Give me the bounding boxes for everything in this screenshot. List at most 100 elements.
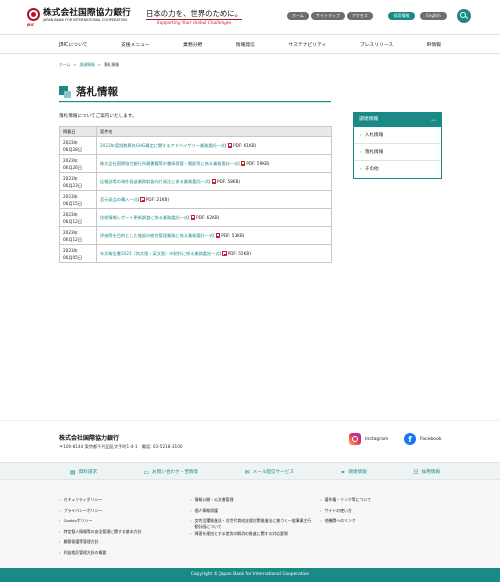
footer-list-item[interactable]: › セキュリティポリシー xyxy=(59,495,184,506)
footer-col-disclosure: › 情報公開・公文書管理 › 個人情報保護 › 女性活躍推進法・次世代育成支援対策推進法に… xyxy=(190,495,313,539)
row-title-link[interactable]: 技術情報レポート更新調査に係る業務委託一式 xyxy=(100,215,188,220)
footer-list-item[interactable]: › 特定個人情報等の安全管理に関する基本方針 xyxy=(59,527,184,538)
breadcrumb-separator: > xyxy=(97,62,101,67)
table-row: 2023年 06月23日 広報誌等の海外発送業務取扱向け発注に係る業務委託一式(PD… xyxy=(59,172,332,191)
side-item-awards[interactable]: › 落札情報 xyxy=(354,144,441,161)
footer-list-item[interactable]: › 利益相反管理方針の概要 xyxy=(59,548,184,559)
row-date-day: 06月28日 xyxy=(63,146,83,152)
footer-item-label: 利益相反管理方針の概要 xyxy=(63,549,107,555)
footer-link-recruit[interactable]: ☷ 採用情報 xyxy=(413,469,440,476)
footer-link-mail[interactable]: ✉ メール配信サービス xyxy=(245,469,294,476)
instagram-link[interactable]: Instagram xyxy=(349,433,388,445)
footer-list-item[interactable]: › プライバシーポリシー xyxy=(59,506,184,517)
pdf-icon xyxy=(190,215,196,220)
facebook-icon: f xyxy=(404,433,416,445)
sitemap-link[interactable]: サイトマップ xyxy=(310,12,345,20)
access-link[interactable]: アクセス xyxy=(346,12,373,20)
row-file-info: PDF: 62KB xyxy=(196,215,218,220)
row-title-link[interactable]: 広報誌等の海外発送業務取扱向け発注に係る業務委託一式 xyxy=(100,179,209,184)
footer-list-item[interactable]: › 顧客保護等管理方針 xyxy=(59,537,184,548)
gnav-item-info[interactable]: 情報発信 xyxy=(232,41,259,48)
footer-list-item[interactable]: › Cookieポリシー xyxy=(59,516,184,527)
open-paren: ( xyxy=(208,179,211,184)
book-icon: ▤ xyxy=(70,468,76,476)
table-row: 2023年 06月26日 株式会社国際協力銀行所蔵書籍等の書庫保管・搬配等に係る業務… xyxy=(59,154,332,173)
open-paren: ( xyxy=(225,143,227,148)
breadcrumb-parent[interactable]: 調達情報 xyxy=(79,62,94,68)
logo-name: 株式会社国際協力銀行 xyxy=(43,8,131,18)
row-date-day: 06月23日 xyxy=(63,182,83,188)
footer-list-item[interactable]: › 著作権・リンク等について xyxy=(320,495,440,506)
row-date: 2023年 06月26日 xyxy=(59,154,97,173)
handshake-icon: ⚭ xyxy=(340,468,346,476)
jbic-logo-mark-icon xyxy=(27,8,40,21)
footer-list-item[interactable]: › 個人情報保護 xyxy=(190,506,313,517)
facebook-link[interactable]: f Facebook xyxy=(404,433,442,445)
home-link[interactable]: ホーム xyxy=(287,12,309,20)
pdf-icon xyxy=(211,179,217,184)
footer-list-item[interactable]: › サイトの使い方 xyxy=(320,506,440,517)
english-button[interactable]: English xyxy=(420,12,447,20)
footer-link-procurement[interactable]: ⚭ 調達情報 xyxy=(340,469,366,476)
title-square-icon xyxy=(59,85,71,98)
mail-icon: ✉ xyxy=(244,468,250,476)
gnav-item-about[interactable]: JBICについて xyxy=(55,41,92,48)
footer-list-item[interactable]: › 他機関へのリンク xyxy=(320,516,440,527)
row-title-link[interactable]: 年次報告書2023（和文版・英文版）の制作に係る業務委託一式 xyxy=(100,251,220,256)
gnav-label: 支援メニュー xyxy=(120,42,150,48)
search-button[interactable] xyxy=(457,9,471,23)
close-paren: ) xyxy=(242,233,245,238)
row-title-link[interactable]: 株式会社国際協力銀行所蔵書籍等の書庫保管・搬配等に係る業務委託一式 xyxy=(100,161,238,166)
side-menu-header[interactable]: 調達情報 ︿ xyxy=(354,113,441,127)
footer-link-bar: ▤ 資料請求 ▭ お問い合わせ・苦情等 ✉ メール配信サービス ⚭ 調達情報 ☷ 採用情報 xyxy=(0,462,500,480)
chevron-right-icon: › xyxy=(59,539,61,544)
gnav-item-ir[interactable]: IR情報 xyxy=(423,41,445,48)
footer-item-label: Cookieポリシー xyxy=(63,518,93,523)
footer-item-label: プライバシーポリシー xyxy=(63,507,103,513)
row-date: 2023年 06月05日 xyxy=(59,244,97,263)
footer-item-label: 障害を理由とする差別の解消の推進に関する対応要領 xyxy=(194,531,288,536)
row-title-link[interactable]: 評価等を目的とした施設の総合管理業務に係る業務委託一式 xyxy=(100,233,213,238)
gnav-label: プレスリリース xyxy=(359,42,394,48)
footer-list-item[interactable]: › 障害を理由とする差別の解消の推進に関する対応要領 xyxy=(190,531,313,537)
site-logo[interactable]: 株式会社国際協力銀行 JAPAN BANK FOR INTERNATIONAL … xyxy=(27,8,131,27)
row-file-info: PDF: 58KB xyxy=(217,179,239,184)
footer-item-label: セキュリティポリシー xyxy=(63,497,103,502)
row-date-day: 06月26日 xyxy=(63,164,83,170)
chevron-right-icon: › xyxy=(59,528,61,534)
column-header-date: 掲載日 xyxy=(59,126,97,137)
gnav-item-fields[interactable]: 業務分野 xyxy=(179,41,206,48)
gnav-item-sustainability[interactable]: サステナビリティ xyxy=(284,41,330,48)
table-header-row: 掲載日 案件名 xyxy=(59,126,332,137)
footer-list-item[interactable]: › 情報公開・公文書管理 xyxy=(190,495,313,506)
footer-address: 〒100-8144 東京都千代田区大手町1-4-1 電話: 03-5218-31… xyxy=(59,444,183,449)
footer-list-item[interactable]: › 女性活躍推進法・次世代育成支援対策推進法に基づく一般事業主行動計画について xyxy=(190,518,313,529)
row-file-info: PDF: 53KB xyxy=(221,233,243,238)
pdf-icon xyxy=(222,251,227,256)
chevron-right-icon: › xyxy=(320,518,322,523)
footer-link-brochure[interactable]: ▤ 資料請求 xyxy=(70,469,97,476)
side-item-bids[interactable]: › 入札情報 xyxy=(354,127,441,144)
gnav-label: サステナビリティ xyxy=(288,42,327,48)
slogan-jp: 日本の力を、世界のために。 xyxy=(146,9,243,18)
row-date-year: 2023年 xyxy=(63,229,78,235)
footer-org-name: 株式会社国際協力銀行 xyxy=(59,435,120,442)
gnav-item-press[interactable]: プレスリリース xyxy=(356,41,397,48)
utility-links: ホーム サイトマップ アクセス xyxy=(287,12,373,20)
row-file-info: PDF: 55KB xyxy=(227,251,250,256)
gnav-label: IR情報 xyxy=(426,42,441,48)
gnav-label: 業務分野 xyxy=(183,42,203,48)
side-menu-title: 調達情報 xyxy=(359,117,379,122)
copyright: Copyright © Japan Bank for International… xyxy=(0,568,500,582)
row-title-link[interactable]: 2023年度指数異先GHG算定に関するアドバイザリー業務委託一式 xyxy=(100,143,225,148)
gnav-item-support[interactable]: 支援メニュー xyxy=(117,41,154,48)
chevron-right-icon: › xyxy=(190,507,192,513)
breadcrumb-home[interactable]: ホーム xyxy=(59,62,70,68)
row-date-year: 2023年 xyxy=(63,193,78,199)
footer-link-label: お問い合わせ・苦情等 xyxy=(152,470,199,475)
footer-link-contact[interactable]: ▭ お問い合わせ・苦情等 xyxy=(143,469,198,476)
recruit-button[interactable]: 採用情報 xyxy=(388,12,415,20)
procurement-side-menu: 調達情報 ︿ › 入札情報 › 落札情報 › その他 xyxy=(353,112,442,179)
side-item-other[interactable]: › その他 xyxy=(354,161,441,178)
row-title-link[interactable]: 宮元発品の購入一式 xyxy=(100,197,138,202)
